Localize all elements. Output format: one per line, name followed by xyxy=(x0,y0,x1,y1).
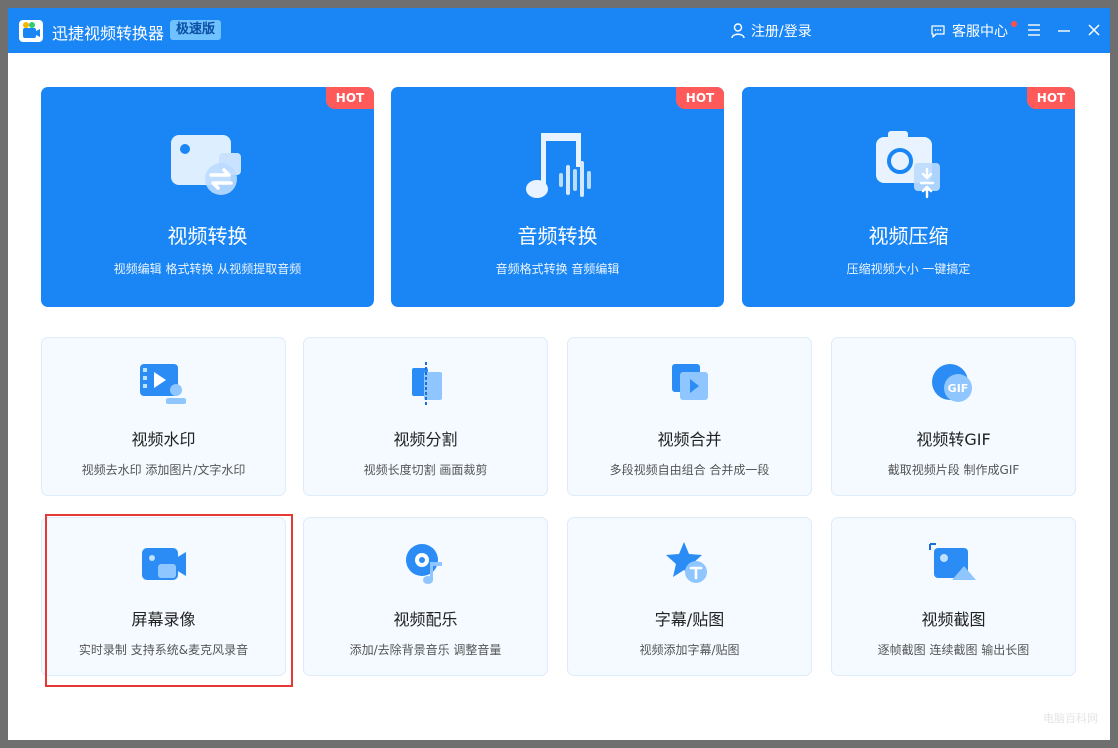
merge-icon xyxy=(671,364,708,400)
title-bar: 迅捷视频转换器 极速版 注册/登录 客服中心 xyxy=(8,8,1110,53)
login-label: 注册/登录 xyxy=(751,24,812,40)
screenshot-icon xyxy=(928,543,976,580)
site-watermark: 电脑百科网 xyxy=(1043,712,1098,725)
chat-icon xyxy=(931,25,945,38)
watermark-icon xyxy=(139,364,186,404)
tool-title: 视频转GIF xyxy=(916,430,991,449)
tool-card-video-music[interactable]: 视频配乐 添加/去除背景音乐 调整音量 xyxy=(303,517,548,676)
hot-card-desc: 压缩视频大小 一键搞定 xyxy=(846,262,971,276)
user-icon xyxy=(731,23,745,39)
app-logo-icon xyxy=(19,20,43,42)
notification-dot xyxy=(1011,21,1017,27)
tool-card-video-screenshot[interactable]: 视频截图 逐帧截图 连续截图 输出长图 xyxy=(831,517,1076,676)
hot-badge: HOT xyxy=(676,87,724,109)
tool-title: 视频合并 xyxy=(657,430,722,449)
video-convert-card[interactable]: HOT 视频转换 视频编辑 格式转换 从视频提取音频 xyxy=(41,87,374,307)
hot-card-desc: 视频编辑 格式转换 从视频提取音频 xyxy=(113,262,302,276)
close-icon[interactable] xyxy=(1086,22,1102,38)
tool-card-video-merge[interactable]: 视频合并 多段视频自由组合 合并成一段 xyxy=(567,337,812,496)
service-label: 客服中心 xyxy=(952,24,1008,40)
tool-card-video-split[interactable]: 视频分割 视频长度切割 画面裁剪 xyxy=(303,337,548,496)
audio-convert-card[interactable]: HOT 音频转换 音频格式转换 音频编辑 xyxy=(391,87,724,307)
video-compress-card[interactable]: HOT 视频压缩 压缩视频大小 一键搞定 xyxy=(742,87,1075,307)
split-icon xyxy=(411,362,442,406)
hot-card-desc: 音频格式转换 音频编辑 xyxy=(495,262,620,276)
tool-desc: 实时录制 支持系统&麦克风录音 xyxy=(78,643,249,657)
app-window: 迅捷视频转换器 极速版 注册/登录 客服中心 HOT 视频转换 视频编辑 格式转… xyxy=(8,8,1110,740)
login-button[interactable]: 注册/登录 xyxy=(731,20,812,42)
hot-card-title: 音频转换 xyxy=(517,224,598,248)
hot-card-title: 视频压缩 xyxy=(868,224,949,248)
app-title: 迅捷视频转换器 xyxy=(52,24,165,43)
hot-badge: HOT xyxy=(1027,87,1075,109)
video-convert-icon xyxy=(170,135,241,195)
tool-desc: 视频添加字幕/贴图 xyxy=(639,643,740,657)
tool-card-screen-record[interactable]: 屏幕录像 实时录制 支持系统&麦克风录音 xyxy=(41,517,286,676)
video-compress-icon xyxy=(875,131,940,199)
hot-card-title: 视频转换 xyxy=(167,224,248,248)
tool-card-subtitle-sticker[interactable]: 字幕/贴图 视频添加字幕/贴图 xyxy=(567,517,812,676)
tool-desc: 添加/去除背景音乐 调整音量 xyxy=(349,643,502,657)
tool-card-video-to-gif[interactable]: GIF 视频转GIF 截取视频片段 制作成GIF xyxy=(831,337,1076,496)
gif-icon-label: GIF xyxy=(947,382,968,395)
menu-icon[interactable] xyxy=(1026,22,1042,38)
music-icon xyxy=(405,544,442,584)
tool-desc: 截取视频片段 制作成GIF xyxy=(887,463,1020,477)
screen-record-icon xyxy=(141,548,186,580)
tool-desc: 视频长度切割 画面裁剪 xyxy=(363,463,488,477)
tool-card-video-watermark[interactable]: 视频水印 视频去水印 添加图片/文字水印 xyxy=(41,337,286,496)
audio-convert-icon xyxy=(525,133,591,198)
customer-service-button[interactable]: 客服中心 xyxy=(930,20,1008,42)
tool-title: 视频水印 xyxy=(131,430,196,449)
tool-desc: 视频去水印 添加图片/文字水印 xyxy=(81,463,246,477)
gif-icon: GIF xyxy=(931,364,972,402)
hot-badge: HOT xyxy=(326,87,374,109)
edition-badge: 极速版 xyxy=(170,20,222,40)
tool-title: 视频配乐 xyxy=(393,610,458,629)
tool-title: 屏幕录像 xyxy=(131,610,196,629)
tool-title: 视频分割 xyxy=(393,430,458,449)
tool-title: 视频截图 xyxy=(921,610,986,629)
tool-title: 字幕/贴图 xyxy=(654,610,725,629)
minimize-icon[interactable] xyxy=(1056,22,1072,38)
tool-desc: 多段视频自由组合 合并成一段 xyxy=(609,463,770,477)
subtitle-icon xyxy=(665,542,707,583)
tool-desc: 逐帧截图 连续截图 输出长图 xyxy=(877,643,1030,657)
